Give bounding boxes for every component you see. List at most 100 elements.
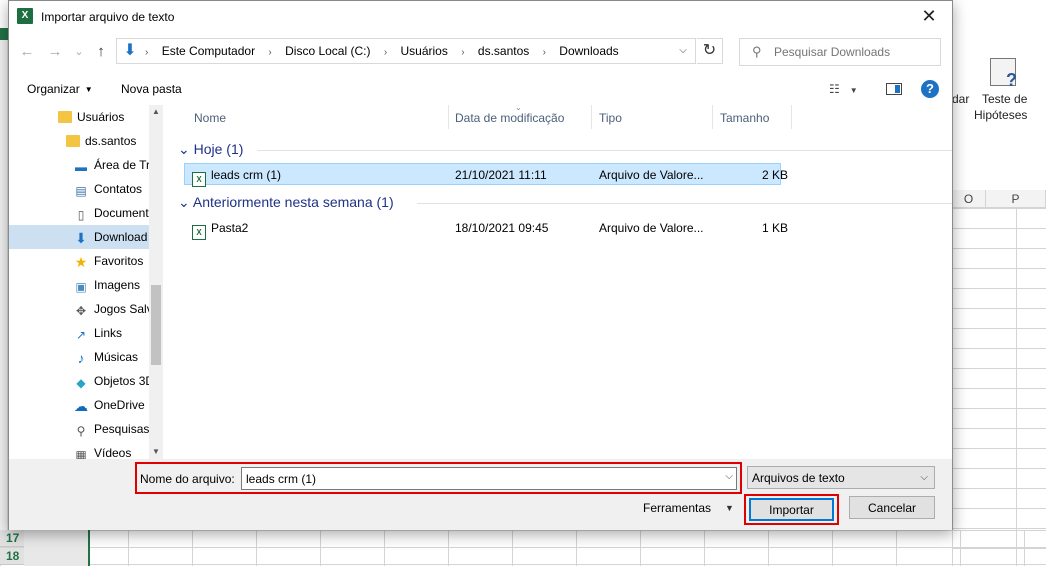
selected-column-strip: [24, 530, 90, 566]
sidebar-item-ds-santos[interactable]: ds.santos: [9, 129, 149, 153]
breadcrumb-separator: ›: [542, 47, 546, 58]
csv-file-icon: X: [192, 172, 206, 187]
group-divider: [417, 203, 952, 204]
file-date: 21/10/2021 11:11: [455, 168, 547, 182]
help-icon[interactable]: ?: [921, 80, 939, 98]
what-if-label-line2[interactable]: Hipóteses: [974, 108, 1027, 122]
sidebar-item-music[interactable]: ♪ Músicas: [9, 345, 149, 369]
chevron-down-icon: ▼: [849, 86, 858, 95]
sidebar-item-label: Links: [94, 326, 123, 340]
file-row-leads-crm[interactable]: Xleads crm (1) 21/10/2021 11:11 Arquivo …: [184, 163, 788, 187]
breadcrumb-local-disk[interactable]: Disco Local (C:): [285, 44, 370, 58]
sidebar-item-documents[interactable]: ▯ Document: [9, 201, 149, 225]
chevron-down-icon[interactable]: ▼: [725, 503, 734, 513]
breadcrumb-user[interactable]: ds.santos: [478, 44, 529, 58]
address-dropdown-icon[interactable]: ⌵: [671, 39, 695, 63]
filetype-select[interactable]: Arquivos de texto ⌵: [747, 466, 935, 489]
up-arrow-icon[interactable]: ↑: [91, 42, 111, 62]
sidebar-item-label: Área de Tra: [94, 158, 149, 172]
excel-icon: X: [17, 8, 33, 24]
games-icon: ✥: [75, 304, 87, 318]
column-header-type[interactable]: Tipo: [592, 105, 713, 129]
sidebar-item-favorites[interactable]: ★ Favoritos: [9, 249, 149, 273]
file-row-pasta2[interactable]: X Pasta2 18/10/2021 09:45 Arquivo de Valo…: [184, 217, 788, 240]
group-divider: [257, 150, 952, 151]
new-folder-button[interactable]: Nova pasta: [121, 82, 182, 96]
column-header-size[interactable]: Tamanho: [713, 105, 792, 129]
sidebar-item-label: Pesquisas: [94, 422, 149, 436]
navigation-scrollbar[interactable]: ▲ ▼: [149, 105, 163, 459]
breadcrumb-downloads[interactable]: Downloads: [559, 44, 618, 58]
filename-highlight: Nome do arquivo: ⌵: [135, 462, 742, 494]
refresh-icon[interactable]: ↻: [697, 38, 723, 64]
pictures-icon: ▣: [75, 280, 87, 294]
breadcrumb-separator: ›: [461, 47, 465, 58]
sidebar-item-users[interactable]: Usuários: [9, 105, 149, 129]
import-button[interactable]: Importar: [749, 498, 834, 521]
csv-file-icon: X: [192, 225, 206, 240]
sidebar-item-label: Imagens: [94, 278, 141, 292]
title-bar[interactable]: X Importar arquivo de texto ✕: [9, 1, 952, 32]
breadcrumb-separator: ›: [383, 47, 388, 58]
forward-arrow-icon[interactable]: →: [45, 42, 65, 62]
row-header-18[interactable]: 18: [0, 548, 24, 565]
sidebar-item-links[interactable]: ↗ Links: [9, 321, 149, 345]
sidebar-item-label: Download: [94, 230, 148, 244]
filename-combobox[interactable]: ⌵: [241, 467, 737, 490]
sidebar-item-desktop[interactable]: ▬ Área de Tra: [9, 153, 149, 177]
sidebar-item-videos[interactable]: ▦ Vídeos: [9, 441, 149, 459]
preview-pane-icon[interactable]: [886, 83, 902, 95]
organize-menu[interactable]: Organizar ▼: [27, 82, 93, 96]
back-arrow-icon[interactable]: ←: [17, 42, 37, 62]
filename-label: Nome do arquivo:: [140, 472, 235, 486]
sidebar-item-searches[interactable]: ⚲ Pesquisas: [9, 417, 149, 441]
group-label: Hoje (1): [193, 141, 244, 157]
breadcrumb-users[interactable]: Usuários: [401, 44, 448, 58]
group-header-today[interactable]: ⌄ Hoje (1): [178, 141, 243, 158]
navigation-bar: ← → ⌄ ↑ ⬇ › Este Computador › Disco Loca…: [9, 34, 952, 70]
chevron-down-icon[interactable]: ⌵: [725, 471, 733, 482]
link-icon: ↗: [75, 328, 87, 342]
search-icon: ⚲: [752, 44, 762, 59]
navigation-pane: Usuários ds.santos ▬ Área de Tra ▤ Contato…: [9, 105, 164, 459]
file-type: Arquivo de Valore...: [599, 221, 704, 235]
row-header-17[interactable]: 17: [0, 530, 24, 547]
cancel-button[interactable]: Cancelar: [849, 496, 935, 519]
scroll-down-icon[interactable]: ▼: [149, 445, 163, 459]
search-box[interactable]: ⚲: [739, 38, 941, 66]
collapse-chevron-icon: ⌄: [178, 141, 190, 157]
scrollbar-thumb[interactable]: [151, 285, 161, 365]
breadcrumb-separator: ›: [145, 47, 149, 58]
address-bar[interactable]: ⬇ › Este Computador › Disco Local (C:) ›…: [116, 38, 696, 64]
sidebar-item-contacts[interactable]: ▤ Contatos: [9, 177, 149, 201]
group-header-earlier-this-week[interactable]: ⌄ Anteriormente nesta semana (1): [178, 194, 394, 211]
recent-locations-icon[interactable]: ⌄: [69, 42, 89, 62]
excel-ribbon: dar Teste de Hipóteses: [952, 50, 1046, 130]
sidebar-item-saved-games[interactable]: ✥ Jogos Salv: [9, 297, 149, 321]
music-icon: ♪: [77, 350, 85, 366]
change-view-menu[interactable]: ☷ ▼: [829, 82, 858, 96]
what-if-analysis-icon[interactable]: [990, 58, 1017, 91]
close-button[interactable]: ✕: [906, 1, 952, 32]
sidebar-item-onedrive[interactable]: ☁ OneDrive: [9, 393, 149, 417]
column-header-name[interactable]: Nome: [187, 105, 449, 129]
file-name: Pasta2: [211, 221, 249, 235]
video-icon: ▦: [75, 448, 87, 459]
file-list: Nome Data de modificação ⌄ Tipo Tamanho …: [172, 103, 952, 459]
breadcrumb-this-pc[interactable]: Este Computador: [162, 44, 255, 58]
sidebar-item-label: Jogos Salv: [94, 302, 149, 316]
cloud-icon: ☁: [74, 398, 88, 414]
column-header-o[interactable]: O: [952, 190, 986, 208]
search-input[interactable]: [774, 39, 934, 65]
tools-menu[interactable]: Ferramentas: [643, 501, 711, 515]
dialog-title: Importar arquivo de texto: [41, 10, 175, 24]
filename-input[interactable]: [246, 470, 706, 488]
column-header-p[interactable]: P: [986, 190, 1046, 208]
group-label: Anteriormente nesta semana (1): [192, 194, 394, 210]
what-if-label-line1[interactable]: Teste de: [982, 92, 1027, 106]
organize-label: Organizar: [27, 82, 80, 96]
sidebar-item-3d-objects[interactable]: ◆ Objetos 3D: [9, 369, 149, 393]
sidebar-item-downloads[interactable]: ⬇ Download: [9, 225, 149, 249]
scroll-up-icon[interactable]: ▲: [149, 105, 163, 119]
sidebar-item-pictures[interactable]: ▣ Imagens: [9, 273, 149, 297]
